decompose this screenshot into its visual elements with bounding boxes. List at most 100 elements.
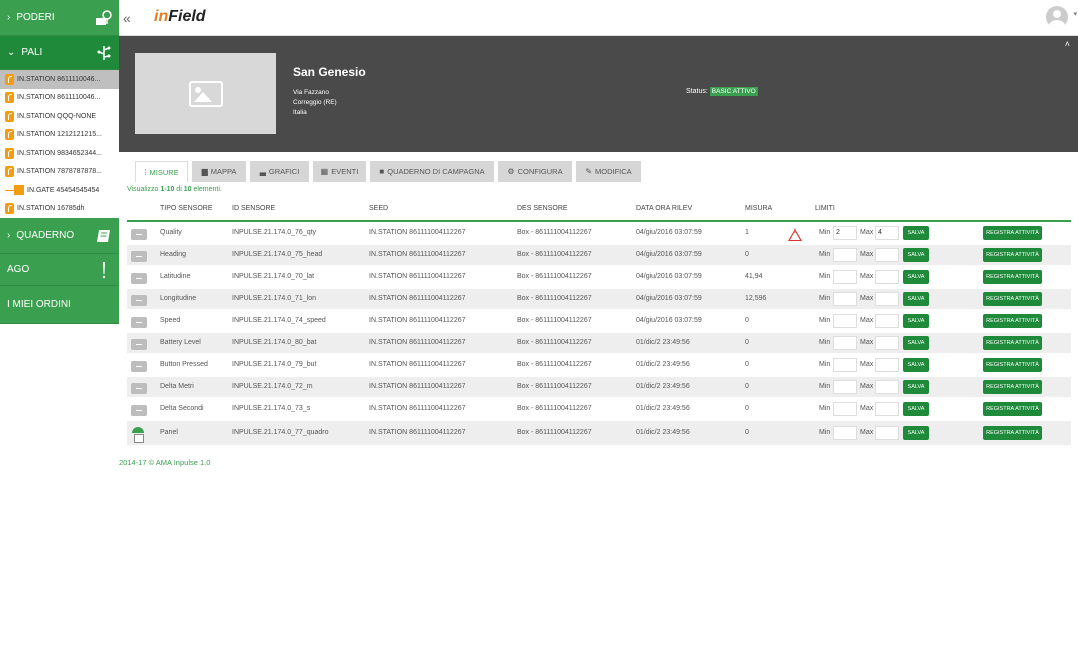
max-input[interactable] xyxy=(875,380,899,394)
salva-button[interactable]: SALVA xyxy=(903,248,929,262)
user-avatar[interactable] xyxy=(1046,6,1068,28)
max-input[interactable] xyxy=(875,314,899,328)
col-seed[interactable]: SEED xyxy=(369,205,388,212)
min-input[interactable] xyxy=(833,426,857,440)
min-input[interactable] xyxy=(833,402,857,416)
sidebar-ago[interactable]: AGO xyxy=(0,254,119,286)
min-input[interactable] xyxy=(833,314,857,328)
col-data-ora[interactable]: DATA ORA RILEV xyxy=(636,205,692,212)
salva-button[interactable]: SALVA xyxy=(903,270,929,284)
station-item[interactable]: IN.STATION 16785dh xyxy=(0,200,119,219)
cell-seed: IN.STATION 861111004112267 xyxy=(369,429,466,436)
map-icon: ▆ xyxy=(201,167,208,176)
sidebar-quaderno-label: QUADERNO xyxy=(16,230,75,241)
salva-button[interactable]: SALVA xyxy=(903,380,929,394)
status-badge: BASIC ATTIVO xyxy=(709,87,758,96)
station-item[interactable]: IN.STATION 8611110046... xyxy=(0,89,119,108)
salva-button[interactable]: SALVA xyxy=(903,226,929,240)
salva-button[interactable]: SALVA xyxy=(903,402,929,416)
salva-button[interactable]: SALVA xyxy=(903,336,929,350)
tab-modifica[interactable]: ✎ MODIFICA xyxy=(576,161,641,182)
chevron-down-icon[interactable]: ▾ xyxy=(1073,10,1077,18)
cell-data: 01/dic/2 23:49:56 xyxy=(636,429,690,436)
map-pin-icon xyxy=(96,9,112,25)
cell-des: Box - 861111004112267 xyxy=(517,339,592,346)
station-item[interactable]: IN.STATION 7878787878... xyxy=(0,163,119,182)
station-item[interactable]: IN.STATION 9834652344... xyxy=(0,144,119,163)
col-misura[interactable]: MISURA xyxy=(745,205,772,212)
registra-attivita-button[interactable]: REGISTRA ATTIVITÀ xyxy=(983,380,1042,394)
sidebar-ordini[interactable]: I MIEI ORDINI xyxy=(0,286,119,324)
min-input[interactable] xyxy=(833,380,857,394)
cell-misura: 0 xyxy=(745,317,749,324)
cell-des: Box - 861111004112267 xyxy=(517,295,592,302)
tab-misure[interactable]: ⁞ MISURE xyxy=(135,161,188,182)
col-des-sensore[interactable]: DES SENSORE xyxy=(517,205,568,212)
sidebar-poderi[interactable]: › PODERI xyxy=(0,0,119,36)
station-item[interactable]: IN.STATION 8611110046... xyxy=(0,70,119,89)
cell-id: INPULSE.21.174.0_79_but xyxy=(232,361,317,368)
sidebar-quaderno[interactable]: › QUADERNO xyxy=(0,218,119,254)
salva-button[interactable]: SALVA xyxy=(903,314,929,328)
registra-attivita-button[interactable]: REGISTRA ATTIVITÀ xyxy=(983,226,1042,240)
min-input[interactable] xyxy=(833,270,857,284)
registra-attivita-button[interactable]: REGISTRA ATTIVITÀ xyxy=(983,402,1042,416)
min-label: Min xyxy=(819,229,831,236)
sidebar-pali[interactable]: ⌄ PALI xyxy=(0,36,119,70)
collapse-sidebar-icon[interactable]: « xyxy=(123,10,131,26)
tab-quaderno-di-campagna[interactable]: ■ QUADERNO DI CAMPAGNA xyxy=(370,161,494,182)
cell-data: 04/giu/2016 03:07:59 xyxy=(636,229,702,236)
gate-item[interactable]: IN.GATE 45454545454 xyxy=(0,181,119,200)
min-input[interactable] xyxy=(833,358,857,372)
registra-attivita-button[interactable]: REGISTRA ATTIVITÀ xyxy=(983,292,1042,306)
registra-attivita-button[interactable]: REGISTRA ATTIVITÀ xyxy=(983,270,1042,284)
table-row: Longitudine INPULSE.21.174.0_71_lon IN.STA… xyxy=(127,289,1071,309)
station-item[interactable]: IN.STATION QQQ-NONE xyxy=(0,107,119,126)
infield-logo[interactable]: inField xyxy=(154,8,206,26)
col-id-sensore[interactable]: ID SENSORE xyxy=(232,205,275,212)
col-tipo-sensore[interactable]: TIPO SENSORE xyxy=(160,205,213,212)
min-input[interactable] xyxy=(833,336,857,350)
max-input[interactable] xyxy=(875,248,899,262)
max-input[interactable] xyxy=(875,426,899,440)
cell-data: 04/giu/2016 03:07:59 xyxy=(636,317,702,324)
registra-attivita-button[interactable]: REGISTRA ATTIVITÀ xyxy=(983,248,1042,262)
result-summary: Visualizzo 1-10 di 10 elementi. xyxy=(127,186,222,193)
max-input[interactable] xyxy=(875,358,899,372)
cell-seed: IN.STATION 861111004112267 xyxy=(369,405,466,412)
min-input[interactable]: 2 xyxy=(833,226,857,240)
salva-button[interactable]: SALVA xyxy=(903,292,929,306)
cell-des: Box - 861111004112267 xyxy=(517,229,592,236)
registra-attivita-button[interactable]: REGISTRA ATTIVITÀ xyxy=(983,314,1042,328)
tab-mappa[interactable]: ▆ MAPPA xyxy=(192,161,246,182)
chevron-up-icon[interactable]: ˄ xyxy=(1065,39,1070,49)
max-input[interactable] xyxy=(875,336,899,350)
table-row: Speed INPULSE.21.174.0_74_speed IN.STATION… xyxy=(127,311,1071,331)
max-input[interactable]: 4 xyxy=(875,226,899,240)
max-input[interactable] xyxy=(875,270,899,284)
site-address: Via Fazzano Correggio (RE) Italia xyxy=(293,89,337,116)
salva-button[interactable]: SALVA xyxy=(903,358,929,372)
sensor-icon xyxy=(131,339,147,350)
min-input[interactable] xyxy=(833,248,857,262)
max-input[interactable] xyxy=(875,402,899,416)
warning-mark: ! xyxy=(794,229,796,235)
site-photo-placeholder xyxy=(135,53,276,134)
salva-button[interactable]: SALVA xyxy=(903,426,929,440)
max-input[interactable] xyxy=(875,292,899,306)
cell-data: 01/dic/2 23:49:56 xyxy=(636,405,690,412)
cell-id: INPULSE.21.174.0_74_speed xyxy=(232,317,326,324)
tab-configura[interactable]: ⚙ CONFIGURA xyxy=(498,161,572,182)
cell-misura: 0 xyxy=(745,251,749,258)
station-item[interactable]: IN.STATION 1212121215... xyxy=(0,126,119,145)
cell-tipo: Quality xyxy=(160,229,182,236)
min-input[interactable] xyxy=(833,292,857,306)
sidebar: › PODERI ⌄ PALI IN.STATION 8611110046...… xyxy=(0,0,119,324)
tab-eventi[interactable]: ▦ EVENTI xyxy=(313,161,366,182)
registra-attivita-button[interactable]: REGISTRA ATTIVITÀ xyxy=(983,426,1042,440)
table-row: Panel INPULSE.21.174.0_77_quadro IN.STATIO… xyxy=(127,421,1071,445)
registra-attivita-button[interactable]: REGISTRA ATTIVITÀ xyxy=(983,336,1042,350)
registra-attivita-button[interactable]: REGISTRA ATTIVITÀ xyxy=(983,358,1042,372)
cell-id: INPULSE.21.174.0_71_lon xyxy=(232,295,317,302)
tab-grafici[interactable]: ▃ GRAFICI xyxy=(250,161,309,182)
